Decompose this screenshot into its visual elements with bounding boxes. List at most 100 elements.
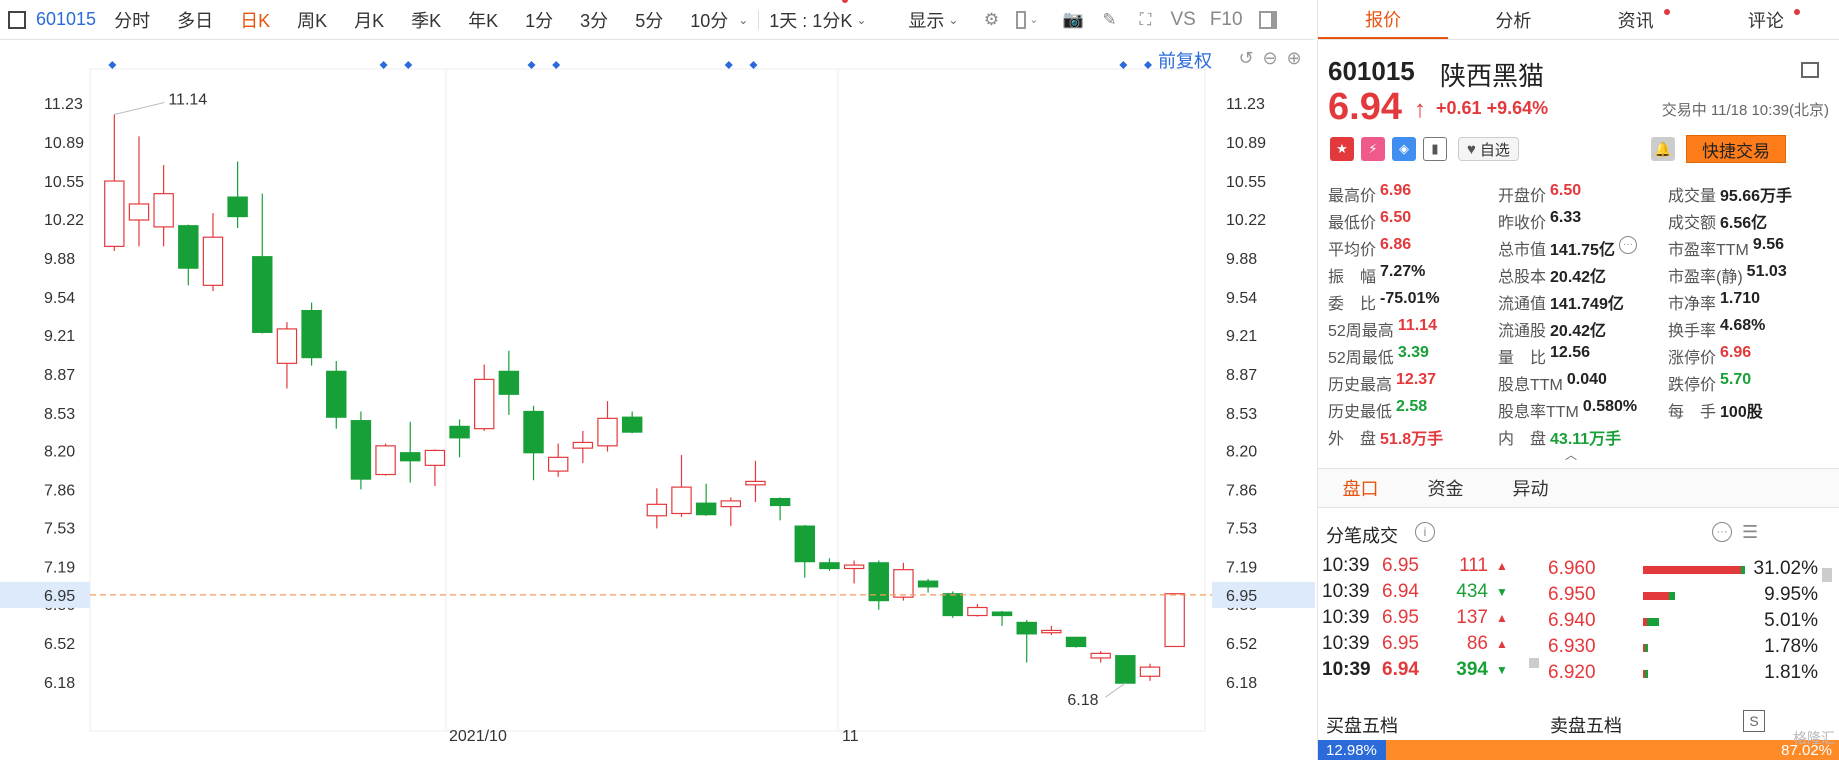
y-tick-left: 10.89 [44,135,84,152]
period-3min[interactable]: 3分 [580,7,608,33]
tab-comments[interactable]: 评论 [1709,0,1839,39]
kline-chart[interactable]: 11.23 11.23 10.89 10.89 10.55 10.55 10.22 10.22… [0,41,1315,760]
menu-icon[interactable] [1801,62,1819,78]
box-select-icon[interactable]: ⌄ [1016,9,1038,31]
period-zhouk[interactable]: 周K [297,7,327,33]
list-icon[interactable]: ☰ [1742,522,1762,542]
tab-quote[interactable]: 报价 [1318,0,1449,39]
candle-body [967,606,988,617]
tag-icon[interactable]: ◈ [1392,137,1416,161]
y-tick-left: 8.20 [44,444,75,461]
stats-row: 52周最低 3.39 量 比 12.56 涨停价 6.96 [1328,342,1839,369]
candle-body [917,580,939,588]
candle-body [202,236,224,286]
candle-body [1090,652,1111,659]
s-icon[interactable]: S [1743,710,1765,732]
stat-cell: 振 幅 7.27% [1328,263,1498,287]
panel-toggle-icon[interactable] [8,10,26,29]
more-icon[interactable]: ··· [1618,235,1637,254]
trading-status: 交易中 11/18 10:39(北京) [1661,102,1829,119]
stat-value: 12.56 [1550,343,1591,361]
period-yuek[interactable]: 月K [354,7,384,33]
y-tick-left: 8.87 [44,367,75,384]
stats-row: 外 盘 51.8万手内 盘 43.11万手 [1328,423,1839,450]
zoom-in-icon[interactable]: ⊕ [1284,48,1304,68]
lightning-icon[interactable]: ⚡ [1361,137,1385,161]
adjustment-toggle[interactable]: 前复权 [1158,47,1212,73]
side-panel-icon[interactable] [1257,9,1279,31]
toolbar-stock-code[interactable]: 601015 [36,9,96,30]
watchlist-label: 自选 [1479,141,1510,159]
collapse-caret-icon[interactable]: ︿ [1565,446,1577,463]
fullscreen-icon[interactable]: ⛶ [1134,9,1156,31]
kline-chart-area[interactable]: 11.23 11.23 10.89 10.89 10.55 10.55 10.22 10.22… [0,41,1315,760]
zoom-out-icon[interactable]: ⊖ [1260,48,1280,68]
display-dropdown[interactable]: 显示 ⌄ [908,7,958,33]
dist-bar-green [1645,670,1648,678]
scrollbar[interactable] [1822,568,1832,582]
candle-body [252,256,273,333]
bookmark-icon[interactable]: ▮ [1423,137,1447,161]
tab-news[interactable]: 资讯 [1579,0,1709,39]
period-1min[interactable]: 1分 [525,7,553,33]
stat-value: 6.50 [1380,208,1412,226]
period-5min[interactable]: 5分 [635,7,663,33]
sell-ratio: 87.02% [1386,740,1839,760]
buy-five-title: 买盘五档 [1326,716,1398,736]
stat-label: 市净率 [1668,295,1717,313]
period-duori[interactable]: 多日 [177,7,213,33]
period-rik[interactable]: 日K [240,7,270,33]
stat-label: 流通值 [1498,295,1547,313]
divider [758,9,760,30]
stat-label: 换手率 [1668,322,1717,340]
stat-cell: 流通股 20.42亿 [1498,317,1668,341]
tab-analysis[interactable]: 分析 [1448,0,1578,39]
stat-value: 20.42亿 [1550,322,1607,340]
info-icon[interactable]: i [1415,522,1435,542]
candle-body [1016,621,1037,635]
arrow-down-icon: ▼ [1496,663,1508,677]
period-jik[interactable]: 季K [411,7,441,33]
scrollbar[interactable] [1529,658,1539,668]
candle-body [128,203,150,221]
settings-icon[interactable]: ⚙ [980,9,1002,31]
trade-price: 6.95 [1382,607,1419,628]
display-label: 显示 [908,10,945,31]
period-more-dropdown[interactable]: ⌄ [734,13,748,27]
camera-icon[interactable]: 📷 [1062,9,1084,31]
draw-pen-icon[interactable]: ✎ [1098,9,1120,31]
stat-label: 最低价 [1328,214,1377,232]
notification-dot [1663,8,1670,15]
vs-compare-button[interactable]: VS [1170,9,1195,31]
stat-value: 0.580% [1582,397,1638,415]
stat-cell: 52周最高 11.14 [1328,317,1498,341]
multi-period-dropdown[interactable]: 1天 : 1分K ⌄ [769,0,866,33]
tab-anomaly[interactable]: 异动 [1488,469,1573,507]
f10-button[interactable]: F10 [1210,9,1243,31]
stat-label: 成交量 [1668,187,1717,205]
stat-value: 2.58 [1396,397,1428,415]
quick-trade-button[interactable]: 快捷交易 [1686,135,1786,163]
stat-label: 股息率TTM [1498,403,1579,421]
reset-icon[interactable]: ↺ [1236,48,1256,68]
period-niank[interactable]: 年K [468,7,498,33]
y-tick-right: 8.20 [1226,444,1257,461]
stats-row: 振 幅 7.27% 总股本 20.42亿 市盈率(静) 51.03 [1328,261,1839,288]
tab-pankou[interactable]: 盘口 [1318,469,1403,507]
y-tick-left: 7.86 [44,483,75,500]
bell-icon[interactable]: 🔔 [1651,137,1675,161]
stat-cell: 委 比 -75.01% [1328,290,1498,314]
dist-price: 6.940 [1548,610,1596,631]
stat-value: 20.42亿 [1550,268,1607,286]
stat-value: 7.27% [1380,262,1426,280]
period-10min[interactable]: 10分 [690,7,728,33]
tab-fund[interactable]: 资金 [1403,469,1488,507]
china-flag-icon[interactable]: ★ [1330,137,1354,161]
watchlist-button[interactable]: ♥ 自选 [1458,137,1519,161]
stat-cell: 历史最高 12.37 [1328,371,1498,395]
period-fenshi[interactable]: 分时 [114,7,150,33]
event-marker-icon [724,61,733,69]
more-icon[interactable]: ··· [1712,522,1732,542]
stat-value: 11.14 [1397,316,1437,334]
buy-sell-ratio-bar: 12.98% 87.02% [1318,740,1839,760]
